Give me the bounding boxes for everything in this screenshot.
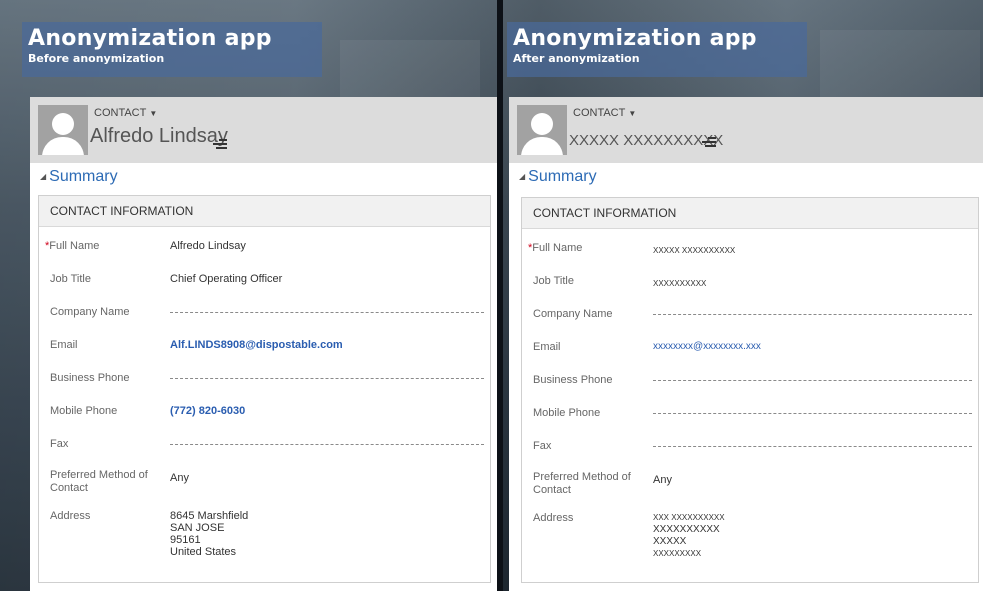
company-name-value[interactable] [170,312,484,313]
field-label: Job Title [533,275,574,287]
field-label: Email [50,339,78,351]
contact-avatar-icon[interactable] [517,105,567,155]
contact-avatar-icon[interactable] [38,105,88,155]
address-line: SAN JOSE [170,522,225,534]
app-subtitle: Before anonymization [28,52,165,65]
field-label: Fax [50,438,69,450]
contact-information-section: CONTACT INFORMATION *Full Name XXXXX XXX… [521,197,979,583]
entity-switcher[interactable]: CONTACT ▼ [94,107,157,119]
address-line: XXXXXXXXX [653,549,702,558]
preferred-contact-value[interactable]: Any [653,474,978,486]
field-label: *Full Name [45,240,100,252]
field-label: Business Phone [50,372,130,384]
contact-form: CONTACT ▼ Alfredo Lindsay ◢ Summary CONTAC… [30,97,497,591]
address-line: XXXXXXXXXX [653,524,720,535]
collapse-triangle-icon: ◢ [519,172,526,182]
before-panel: Anonymization app Before anonymization C… [0,0,497,591]
summary-section-toggle[interactable]: ◢ Summary [40,168,118,186]
entity-switcher[interactable]: CONTACT ▼ [573,107,636,119]
address-line: United States [170,546,237,558]
mobile-phone-link[interactable]: (772) 820-6030 [170,405,490,417]
address-line: XXXXX [653,536,687,547]
dropdown-caret-icon: ▼ [628,108,637,118]
after-panel: Anonymization app After anonymization CO… [503,0,983,591]
entity-label: CONTACT [573,107,626,119]
email-link[interactable]: xxxxxxxx@xxxxxxxx.xxx [653,341,978,353]
company-name-value[interactable] [653,314,972,315]
field-label: Address [50,510,91,522]
section-title: CONTACT INFORMATION [39,196,490,227]
job-title-value[interactable]: XXXXXXXXXX [653,278,978,290]
record-name: XXXXX XXXXXXXXXX [569,132,724,149]
field-label: Mobile Phone [533,407,601,419]
email-link[interactable]: Alf.LINDS8908@dispostable.com [170,339,490,351]
summary-label: Summary [528,168,597,185]
mobile-phone-value[interactable] [653,413,972,414]
field-label: Mobile Phone [50,405,118,417]
field-label: Preferred Method of Contact [533,471,631,496]
app-title: Anonymization app [28,26,272,51]
field-label: Preferred Method of Contact [50,469,148,494]
address-value[interactable]: 8645 Marshfield SAN JOSE 95161 United St… [170,510,490,558]
app-subtitle: After anonymization [513,52,640,65]
address-line: 8645 Marshfield [170,510,249,522]
field-label: Address [533,512,574,524]
full-name-value[interactable]: Alfredo Lindsay [170,240,490,252]
summary-label: Summary [49,168,118,185]
contact-information-section: CONTACT INFORMATION *Full Name Alfredo L… [38,195,491,583]
address-line: XXX XXXXXXXXXX [653,513,725,522]
field-label: Fax [533,440,552,452]
app-banner: Anonymization app After anonymization [507,22,807,77]
collapse-triangle-icon: ◢ [40,172,47,182]
address-value[interactable]: XXX XXXXXXXXXX XXXXXXXXXX XXXXX XXXXXXXX… [653,512,978,560]
field-label: *Full Name [528,242,583,254]
fax-value[interactable] [170,444,484,445]
job-title-value[interactable]: Chief Operating Officer [170,273,490,285]
field-label: Job Title [50,273,91,285]
app-title: Anonymization app [513,26,757,51]
field-label: Business Phone [533,374,613,386]
field-label: Email [533,341,561,353]
record-header: CONTACT ▼ XXXXX XXXXXXXXXX [509,97,983,163]
field-label: Company Name [50,306,130,318]
entity-label: CONTACT [94,107,147,119]
field-label: Company Name [533,308,613,320]
record-menu-icon[interactable] [702,137,716,147]
contact-form: CONTACT ▼ XXXXX XXXXXXXXXX ◢ Summary CONTA… [509,97,983,591]
record-header: CONTACT ▼ Alfredo Lindsay [30,97,497,163]
dropdown-caret-icon: ▼ [149,108,158,118]
full-name-value[interactable]: XXXXX XXXXXXXXXX [653,245,978,257]
record-name: Alfredo Lindsay [90,125,228,147]
app-banner: Anonymization app Before anonymization [22,22,322,77]
business-phone-value[interactable] [170,378,484,379]
business-phone-value[interactable] [653,380,972,381]
address-line: 95161 [170,534,201,546]
fax-value[interactable] [653,446,972,447]
record-menu-icon[interactable] [213,139,227,149]
summary-section-toggle[interactable]: ◢ Summary [519,168,597,186]
preferred-contact-value[interactable]: Any [170,472,490,484]
section-title: CONTACT INFORMATION [522,198,978,229]
